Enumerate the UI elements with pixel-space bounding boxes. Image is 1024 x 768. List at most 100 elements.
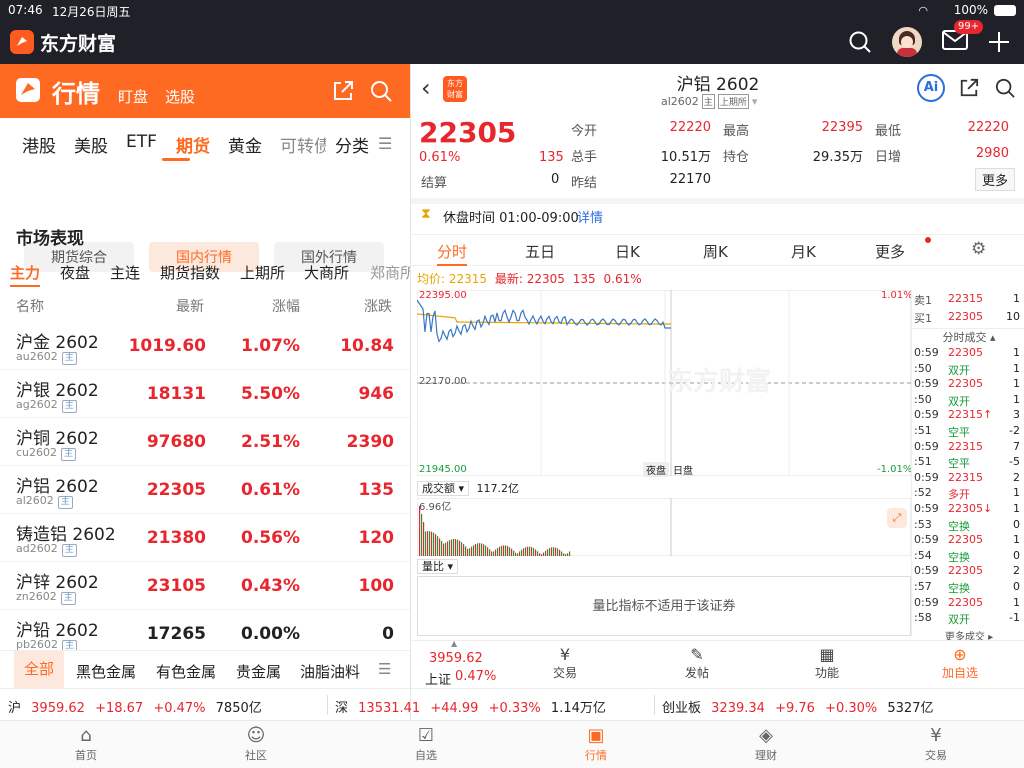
app-header: 07:46 12月26日周五 100% ◠ 东方财富 99+ [0, 0, 1024, 64]
trade-row: 0:59 22305 2 [912, 564, 1024, 580]
index-amount: 5327亿 [887, 701, 934, 716]
nav-wealth[interactable]: ◈ 理财 [726, 725, 806, 763]
tab-weekly[interactable]: 周K [703, 241, 728, 262]
volume-bar [425, 531, 427, 556]
volume-bar [461, 542, 463, 556]
table-row[interactable]: 沪铝 2602 al2602 主 22305 0.61% 135 [0, 466, 410, 514]
volume-bar [475, 544, 477, 556]
new-dot [925, 237, 931, 243]
mail-button[interactable]: 99+ [942, 20, 984, 55]
tab-us[interactable]: 美股 [74, 132, 108, 157]
intraday-chart[interactable]: 东方财富 [417, 290, 911, 476]
caret-icon[interactable]: ▾ [752, 95, 758, 108]
add-watchlist-action[interactable]: ⊕ 加自选 [935, 645, 985, 681]
volume-bar [459, 540, 461, 556]
grid-icon: ▦ [819, 645, 835, 664]
volume-selector[interactable]: 成交额 ▾ [417, 481, 470, 496]
trade-time: :50 [914, 361, 932, 375]
main-tag: 主 [701, 94, 715, 109]
volume-bar [525, 547, 527, 556]
volume-bar [471, 546, 473, 556]
index-name: 创业板 [662, 701, 702, 716]
trade-volume: 7 [1013, 439, 1020, 453]
ai-button[interactable]: Ai [917, 74, 945, 102]
chip-futures-overview[interactable]: 期货综合 [24, 242, 134, 272]
table-row[interactable]: 沪锌 2602 zn2602 主 23105 0.43% 100 [0, 562, 410, 610]
functions-action[interactable]: ▦ 功能 [807, 645, 847, 681]
search-icon[interactable] [848, 30, 872, 54]
trade-action[interactable]: ¥ 交易 [545, 645, 585, 681]
exchange-tag: 上期所 [717, 94, 749, 109]
volume-bar [529, 546, 531, 556]
nav-home[interactable]: ⌂ 首页 [46, 725, 126, 763]
index-amount: 1.14万亿 [550, 701, 606, 716]
trade-time: :51 [914, 424, 932, 437]
trade-time: 0:59 [914, 377, 939, 391]
index-name[interactable]: 上证 [425, 669, 451, 688]
menu-icon[interactable]: ☰ [378, 134, 392, 153]
avatar[interactable] [892, 27, 922, 57]
tab-hk[interactable]: 港股 [22, 132, 56, 157]
tab-5day[interactable]: 五日 [525, 241, 555, 262]
volume-bar [503, 545, 505, 556]
post-action[interactable]: ✎ 发帖 [677, 645, 717, 681]
tab-gold[interactable]: 黄金 [228, 132, 262, 157]
cat-nonferrous[interactable]: 有色金属 [156, 661, 216, 682]
table-row[interactable]: 沪铅 2602 pb2602 主 17265 0.00% 0 [0, 610, 410, 652]
tab-category[interactable]: 分类 [335, 132, 369, 157]
tab-intraday[interactable]: 分时 [437, 241, 467, 262]
quote-stats: 今开 22220 最高 22395 最低 22220 总手 10.51万 持仓 29.35万 日增 2… [571, 120, 1024, 192]
cat-all[interactable]: 全部 [14, 651, 65, 688]
trade-row: 0:59 22315 2 [912, 471, 1024, 487]
trade-volume: 2 [1013, 470, 1020, 484]
add-icon[interactable] [988, 31, 1010, 53]
trade-price: 22305 [948, 533, 983, 547]
stock-picker-tab[interactable]: 选股 [165, 86, 195, 107]
nav-watchlist[interactable]: ☑ 自选 [386, 725, 466, 763]
detail-share-icon[interactable] [959, 78, 979, 98]
more-stats-button[interactable]: 更多 [975, 168, 1016, 191]
volume-bar [541, 554, 543, 556]
tab-monthly[interactable]: 月K [791, 241, 816, 262]
nav-market[interactable]: ▣ 行情 [556, 725, 636, 763]
index-item[interactable]: 深 13531.41 +44.99 +0.33% 1.14万亿 [335, 697, 606, 716]
tab-futures[interactable]: 期货 [176, 132, 210, 157]
change-value: 135 [539, 150, 564, 165]
cat-ferrous[interactable]: 黑色金属 [76, 661, 136, 682]
nav-trade[interactable]: ¥ 交易 [896, 725, 976, 763]
tab-daily[interactable]: 日K [615, 241, 640, 262]
index-item[interactable]: 创业板 3239.34 +9.76 +0.30% 5327亿 [662, 697, 933, 716]
nav-community[interactable]: ☺ 社区 [216, 725, 296, 763]
market-header: 行情 盯盘 选股 [0, 64, 410, 118]
tab-convertible[interactable]: 可转债 [280, 132, 326, 157]
watch-tab[interactable]: 盯盘 [118, 86, 148, 107]
chip-domestic[interactable]: 国内行情 [149, 242, 259, 272]
cat-oils[interactable]: 油脂油料 [300, 661, 360, 682]
settings-icon[interactable]: ⚙ [971, 239, 986, 259]
tab-more[interactable]: 更多 [875, 241, 905, 262]
table-row[interactable]: 沪银 2602 ag2602 主 18131 5.50% 946 [0, 370, 410, 418]
volume-bar [481, 543, 483, 556]
volume-bar [507, 546, 509, 556]
share-icon[interactable] [332, 80, 354, 102]
index-item[interactable]: 沪 3959.62 +18.67 +0.47% 7850亿 [8, 697, 262, 716]
expand-icon[interactable]: ⤢ [887, 508, 907, 528]
tab-etf[interactable]: ETF [126, 132, 157, 152]
main-contract-tag: 主 [57, 496, 73, 509]
break-detail-link[interactable]: 详情 [577, 207, 603, 226]
volume-bar [465, 546, 467, 556]
table-row[interactable]: 沪金 2602 au2602 主 1019.60 1.07% 10.84 [0, 322, 410, 370]
axis-hi-pct: 1.01% [881, 290, 913, 301]
cat-menu-icon[interactable]: ☰ [378, 660, 391, 678]
chip-foreign[interactable]: 国外行情 [274, 242, 384, 272]
volume-chart[interactable] [417, 498, 911, 556]
table-row[interactable]: 沪铜 2602 cu2602 主 97680 2.51% 2390 [0, 418, 410, 466]
table-row[interactable]: 铸造铝 2602 ad2602 主 21380 0.56% 120 [0, 514, 410, 562]
detail-search-icon[interactable] [995, 78, 1015, 98]
ratio-selector[interactable]: 量比 ▾ [417, 559, 459, 574]
volume-bar [479, 543, 481, 556]
market-search-icon[interactable] [370, 80, 392, 102]
post-icon: ✎ [690, 645, 704, 664]
cat-precious[interactable]: 贵金属 [236, 661, 281, 682]
trade-row: 0:59 22305 1 [912, 596, 1024, 612]
